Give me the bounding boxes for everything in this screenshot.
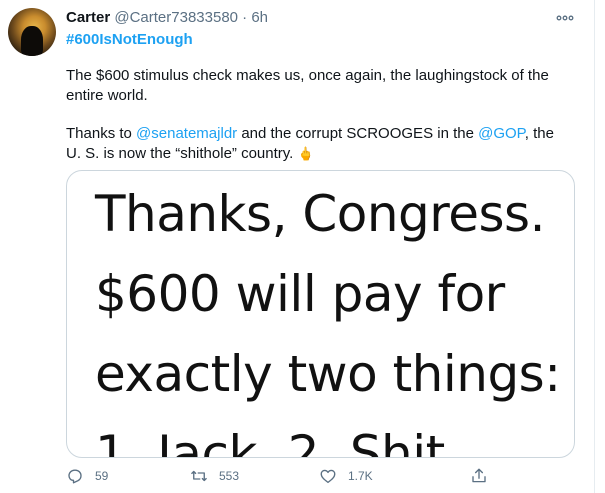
p2-middle: and the corrupt SCROOGES in the — [237, 125, 479, 142]
column-divider — [594, 0, 595, 493]
author-name[interactable]: Carter — [66, 9, 110, 26]
avatar[interactable] — [8, 8, 56, 56]
tweet-image[interactable]: Thanks, Congress. $600 will pay for exac… — [66, 170, 575, 458]
retweet-button[interactable]: 553 — [190, 464, 239, 488]
like-button[interactable]: 1.7K — [319, 464, 373, 488]
reply-count: 59 — [95, 469, 109, 483]
author-handle[interactable]: @Carter73833580 — [114, 9, 238, 26]
tweet-header: Carter @Carter73833580 · 6h — [66, 8, 268, 28]
tweet[interactable]: Carter @Carter73833580 · 6h #600IsNotEno… — [0, 0, 605, 493]
tweet-actions: 59 553 1.7K — [66, 464, 566, 488]
image-text-line-1: Thanks, Congress. — [95, 185, 546, 243]
image-text-line-4: 1. Jack. 2. Shit. — [95, 425, 461, 458]
middle-finger-emoji: 🖕 — [297, 146, 314, 161]
header-separator: · — [242, 9, 248, 26]
retweet-count: 553 — [219, 469, 240, 483]
image-text-line-2: $600 will pay for — [95, 265, 505, 323]
reply-button[interactable]: 59 — [66, 464, 108, 488]
p2-prefix: Thanks to — [66, 125, 137, 142]
like-icon — [320, 469, 336, 484]
retweet-icon — [191, 470, 207, 482]
more-icon[interactable] — [556, 10, 574, 26]
mention-gop[interactable]: @GOP — [478, 125, 525, 142]
share-icon — [472, 468, 486, 483]
tweet-paragraph-2: Thanks to @senatemajldr and the corrupt … — [66, 124, 566, 164]
tweet-time[interactable]: 6h — [251, 9, 268, 26]
avatar-silhouette — [21, 26, 43, 56]
like-count: 1.7K — [348, 469, 373, 483]
image-text-line-3: exactly two things: — [95, 345, 561, 403]
mention-senatemajldr[interactable]: @senatemajldr — [136, 125, 237, 142]
share-button[interactable] — [470, 464, 499, 488]
reply-icon — [68, 469, 82, 484]
hashtag-link[interactable]: #600IsNotEnough — [66, 30, 193, 50]
tweet-paragraph-1: The $600 stimulus check makes us, once a… — [66, 67, 549, 104]
